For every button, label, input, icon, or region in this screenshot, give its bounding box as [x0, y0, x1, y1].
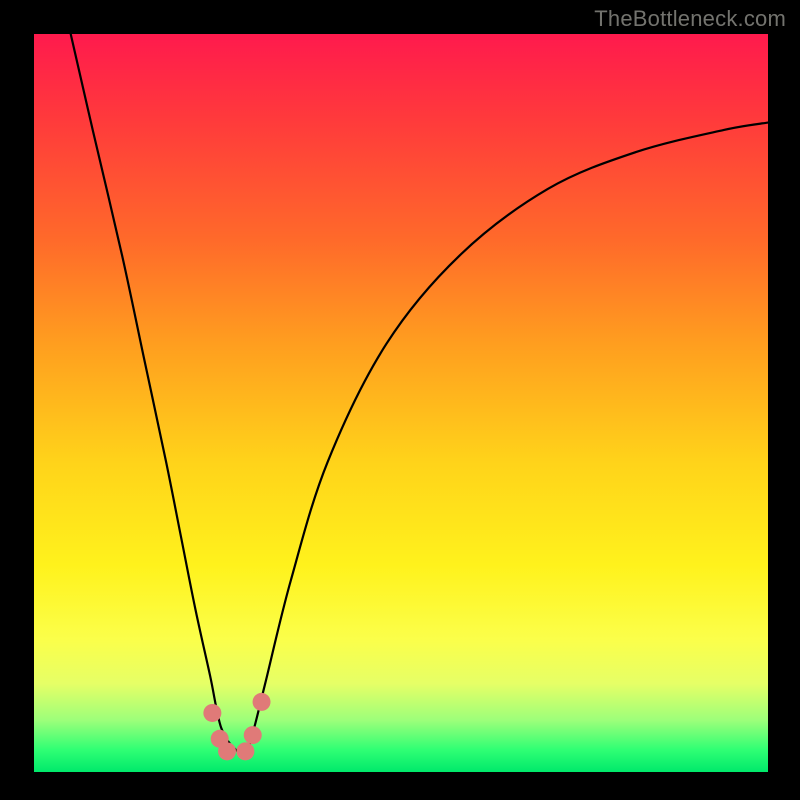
highlight-dot — [236, 742, 254, 760]
highlight-dot — [244, 726, 262, 744]
watermark: TheBottleneck.com — [594, 6, 786, 32]
highlight-dot — [253, 693, 271, 711]
bottleneck-curve — [71, 34, 768, 753]
plot-area — [34, 34, 768, 772]
highlight-dot — [218, 742, 236, 760]
highlight-dots — [203, 693, 270, 760]
chart-frame: TheBottleneck.com — [0, 0, 800, 800]
curve-svg — [34, 34, 768, 772]
highlight-dot — [203, 704, 221, 722]
